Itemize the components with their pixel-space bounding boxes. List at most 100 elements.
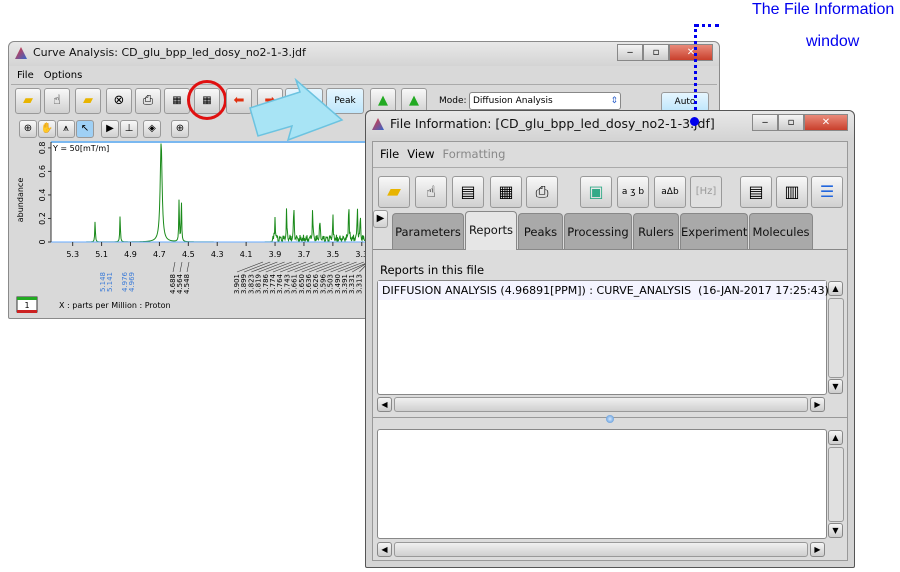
menu-options[interactable]: Options xyxy=(44,70,83,81)
y-axis-label: abundance xyxy=(16,178,25,223)
report-item[interactable]: DIFFUSION ANALYSIS (4.96891[PPM]) : CURV… xyxy=(378,281,829,300)
x-tick-label: 4.9 xyxy=(124,250,137,259)
scroll-left-button[interactable]: ◀ xyxy=(377,542,392,557)
highlight-circle xyxy=(187,80,227,120)
close-button[interactable]: ✕ xyxy=(669,44,713,61)
tab-reports[interactable]: Reports xyxy=(465,211,517,250)
peak-label-leader xyxy=(294,261,321,273)
crosshair-icon[interactable]: ⊕ xyxy=(171,120,189,138)
menu-file[interactable]: File xyxy=(17,70,34,81)
hand-pointer-icon[interactable]: ☝ xyxy=(415,176,447,208)
slice-indicator-bottom xyxy=(17,310,37,313)
scroll-left-button[interactable]: ◀ xyxy=(377,397,392,412)
annotation-title-line2: window xyxy=(806,33,860,50)
peak-label-leader xyxy=(323,261,350,273)
print-check-icon[interactable]: ⎙ xyxy=(135,88,161,114)
maximize-button[interactable]: ▫ xyxy=(778,114,804,131)
peak-label-leader xyxy=(272,261,300,273)
save-list-icon[interactable]: ▤ xyxy=(452,176,484,208)
chart-save-icon[interactable]: ▦ xyxy=(490,176,522,208)
y-tick-label: 0 xyxy=(38,239,47,244)
reports-list[interactable]: DIFFUSION ANALYSIS (4.96891[PPM]) : CURV… xyxy=(377,280,829,395)
title-bar: Curve Analysis: CD_glu_bpp_led_dosy_no2-… xyxy=(9,42,719,66)
diamond-icon[interactable]: ◈ xyxy=(143,120,161,138)
select-pointer-icon[interactable]: ↖ xyxy=(76,120,94,138)
menu-view[interactable]: View xyxy=(407,147,434,161)
peak-fit-icon[interactable]: ⩚ xyxy=(57,120,75,138)
image-icon[interactable]: ▣ xyxy=(580,176,612,208)
pointer-icon[interactable]: ▶ xyxy=(101,120,119,138)
a-delta-b-icon[interactable]: aΔb xyxy=(654,176,686,208)
print-icon[interactable]: ⎙ xyxy=(526,176,558,208)
open-folder-arrow-icon[interactable]: ▰ xyxy=(75,88,101,114)
x-tick-label: 4.1 xyxy=(240,250,253,259)
expand-arrow-icon[interactable]: ▶ xyxy=(373,210,388,228)
scroll-right-button[interactable]: ▶ xyxy=(810,397,825,412)
minimize-button[interactable]: ‒ xyxy=(752,114,778,131)
slice-indicator-top xyxy=(17,297,37,300)
peak-label-leader xyxy=(172,261,176,273)
vertical-scrollbar[interactable] xyxy=(828,298,844,378)
x-tick-label: 4.5 xyxy=(182,250,195,259)
open-folder-icon[interactable]: ▰ xyxy=(15,88,41,114)
minimize-button[interactable]: ‒ xyxy=(617,44,643,61)
tab-experiment[interactable]: Experiment xyxy=(680,213,748,249)
horizontal-scrollbar[interactable] xyxy=(394,542,808,557)
vertical-scrollbar[interactable] xyxy=(828,447,844,522)
scroll-up-button[interactable]: ▲ xyxy=(828,281,843,296)
x-tick-label: 4.3 xyxy=(211,250,224,259)
mode-select-value: Diffusion Analysis xyxy=(473,96,553,106)
peak-label-leader xyxy=(337,261,364,273)
table-layout-icon[interactable]: ▤ xyxy=(740,176,772,208)
hz-button: [Hz] xyxy=(690,176,722,208)
connector-line xyxy=(695,24,719,27)
y-tick-label: 0.2 xyxy=(38,212,47,225)
tab-rulers[interactable]: Rulers xyxy=(633,213,679,249)
series-label: Y = 50[mT/m] xyxy=(52,144,109,153)
a-b-text-icon[interactable]: a ʒ b xyxy=(617,176,649,208)
close-button[interactable]: ✕ xyxy=(804,114,848,131)
slice-index: 1 xyxy=(24,301,29,310)
y-tick-label: 0.6 xyxy=(38,165,47,178)
peak-label-leader xyxy=(330,261,357,273)
tab-peaks[interactable]: Peaks xyxy=(518,213,563,249)
list-layout-icon[interactable]: ☰ xyxy=(811,176,843,208)
columns-layout-icon[interactable]: ▥ xyxy=(776,176,808,208)
baseline-icon[interactable]: ⊥ xyxy=(120,120,138,138)
zoom-icon[interactable]: ⊕ xyxy=(19,120,37,138)
spectrum-plot[interactable]: 0 0.2 0.4 0.6 0.8 abundance Y = 50[mT/m] 5.3 5.1… xyxy=(9,140,369,318)
auto-button[interactable]: Auto xyxy=(661,92,709,112)
scroll-up-button[interactable]: ▲ xyxy=(828,430,843,445)
connector-dot xyxy=(690,117,699,126)
menu-formatting: Formatting xyxy=(442,147,506,161)
mode-select[interactable]: Diffusion Analysis ⇕ xyxy=(469,92,621,110)
tab-molecules[interactable]: Molecules xyxy=(749,213,813,249)
peak-label-leader xyxy=(287,261,314,273)
peak-label-leader xyxy=(236,261,264,273)
scroll-right-button[interactable]: ▶ xyxy=(810,542,825,557)
hand-pointer-icon[interactable]: ☝ xyxy=(44,88,70,114)
close-circle-icon[interactable]: ⊗ xyxy=(106,88,132,114)
app-logo-icon xyxy=(15,47,27,59)
x-tick-label: 3.9 xyxy=(269,250,282,259)
splitter-handle[interactable] xyxy=(606,415,614,423)
section-label: Reports in this file xyxy=(380,263,485,277)
tab-parameters[interactable]: Parameters xyxy=(392,213,464,249)
open-folder-icon[interactable]: ▰ xyxy=(378,176,410,208)
pan-hand-icon[interactable]: ✋ xyxy=(38,120,56,138)
peak-label-leader xyxy=(301,261,328,273)
peak-label: 3.313 xyxy=(355,274,363,294)
report-detail-pane[interactable] xyxy=(377,429,827,539)
peak-label-leader xyxy=(186,261,190,273)
horizontal-scrollbar[interactable] xyxy=(394,397,808,412)
menu-file[interactable]: File xyxy=(380,147,399,161)
maximize-button[interactable]: ▫ xyxy=(643,44,669,61)
x-tick-label: 5.1 xyxy=(95,250,108,259)
y-tick-label: 0.4 xyxy=(38,189,47,202)
tab-processing[interactable]: Processing xyxy=(564,213,632,249)
scroll-down-button[interactable]: ▼ xyxy=(828,379,843,394)
peak-label-leader xyxy=(258,261,285,273)
scroll-down-button[interactable]: ▼ xyxy=(828,523,843,538)
peak-label-leader xyxy=(179,261,183,273)
peak-label-leader xyxy=(308,261,336,273)
